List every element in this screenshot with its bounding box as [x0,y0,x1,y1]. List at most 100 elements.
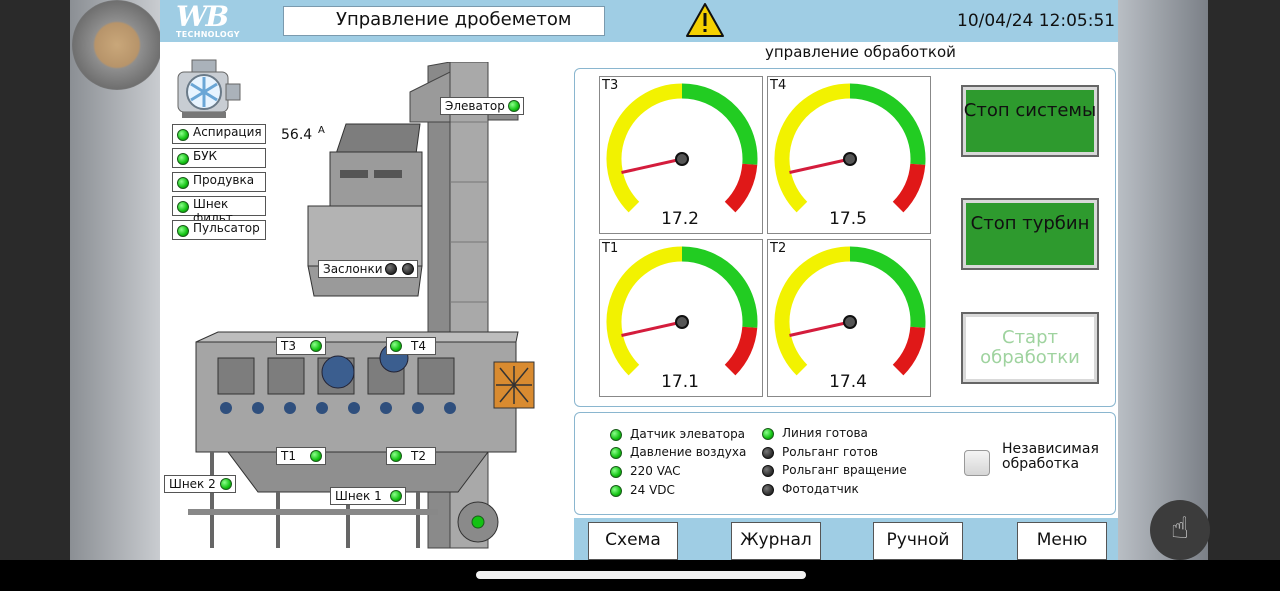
tag-screw2: Шнек 2 [164,475,236,493]
tag-dampers: Заслонки [318,260,418,278]
gauge-zone-red [892,326,926,376]
tag-t1: T1 [276,447,326,465]
gauge-zone-red [724,326,758,376]
stop-turbines-button[interactable]: Стоп турбин [961,198,1099,270]
gauge-hub [675,152,689,166]
datetime-display: 10/04/24 12:05:51 [957,11,1116,31]
independent-processing-checkbox[interactable] [964,450,990,476]
nav-menu-button[interactable]: Меню [1017,522,1107,560]
indicator-conveyor-rotation: Рольганг вращение [762,463,907,479]
tag-label: Заслонки [323,262,383,276]
gauge-value: 17.2 [661,209,699,229]
indicator-label: 220 VAC [630,464,681,478]
nav-manual-button[interactable]: Ручной [873,522,963,560]
gauge-hub [843,152,857,166]
gauge-zone-yellow [606,83,683,213]
indicator-label: Датчик элеватора [630,427,746,441]
damper-led-1 [385,263,397,275]
gauge-hub [843,315,857,329]
indicator-led [610,429,622,441]
gauge-needle [621,320,683,337]
indicator-air-pressure: Давление воздуха [610,445,746,461]
indicator-led [610,447,622,459]
gauge-needle [789,157,851,174]
indicator-line-ready: Линия готова [762,426,868,442]
stop-system-button[interactable]: Стоп системы [961,85,1099,157]
t1-led [310,450,322,462]
gauge-t1: T1 17.1 [599,239,763,397]
gauge-zone-red [724,163,758,213]
warning-triangle-icon[interactable] [685,2,725,38]
gauge-value: 17.1 [661,372,699,392]
indicator-led [762,447,774,459]
indicator-label: Рольганг вращение [782,463,907,477]
page-title: Управление дробеметом [283,6,605,36]
gauge-needle [621,157,683,174]
gauge-needle [789,320,851,337]
tag-label: T1 [281,449,296,463]
tag-screw1: Шнек 1 [330,487,406,505]
right-frame [1118,0,1280,560]
company-logo: WB TECHNOLOGY [176,2,246,40]
nav-journal-button[interactable]: Журнал [731,522,821,560]
indicator-24vdc: 24 VDC [610,483,675,499]
tag-t4: T4 [386,337,436,355]
nav-schema-button[interactable]: Схема [588,522,678,560]
indicator-label: Давление воздуха [630,445,747,459]
indicator-led [762,465,774,477]
indicator-elevator-sensor: Датчик элеватора [610,427,745,443]
indicator-led [762,428,774,440]
independent-processing-label: Независимая обработка [1002,441,1099,472]
gauge-zone-yellow [774,83,851,213]
gauge-t4: T4 17.5 [767,76,931,234]
shot-blast-machine-diagram [188,62,535,549]
indicator-photo-sensor: Фотодатчик [762,482,859,498]
hand-gesture-icon[interactable]: ☝ [1150,500,1210,560]
gauge-value: 17.5 [829,209,867,229]
indicator-label: Фотодатчик [782,482,859,496]
indicator-led [762,484,774,496]
tag-label: Шнек 2 [169,477,216,491]
elevator-led [508,100,520,112]
logo-subtext: TECHNOLOGY [176,30,240,39]
indicator-led [610,466,622,478]
damper-led-2 [402,263,414,275]
gauge-hub [675,315,689,329]
tag-t2: T2 [386,447,436,465]
gauge-t3: T3 17.2 [599,76,763,234]
tag-label: Шнек 1 [335,489,382,503]
screw2-led [220,478,232,490]
home-indicator[interactable] [476,571,806,579]
gauge-zone-red [892,163,926,213]
gauge-label: T1 [602,241,619,256]
gauge-label: T3 [602,78,619,93]
hmi-screen: WB TECHNOLOGY Управление дробеметом 10/0… [160,0,1118,560]
gauge-zone-yellow [774,246,851,376]
gauge-zone-green [849,83,926,165]
indicator-led [610,485,622,497]
indicator-conveyor-ready: Рольганг готов [762,445,878,461]
gauge-panel: T3 17.2 T4 17.5 T1 17.1 T2 17.4 Стоп сис… [574,68,1116,407]
indicator-220vac: 220 VAC [610,464,681,480]
indicator-panel: Датчик элеватора Давление воздуха 220 VA… [574,412,1116,515]
start-processing-button[interactable]: Старт обработки [961,312,1099,384]
assistive-touch-icon[interactable] [72,0,162,90]
t3-led [310,340,322,352]
tag-t3: T3 [276,337,326,355]
indicator-label: 24 VDC [630,483,675,497]
bottom-nav: Схема Журнал Ручной Меню [574,518,1118,560]
gauge-zone-green [681,246,758,328]
gauge-value: 17.4 [829,372,867,392]
gauge-label: T4 [770,78,787,93]
tag-label: T3 [281,339,296,353]
indicator-label: Рольганг готов [782,445,878,459]
logo-mark: WB [176,0,229,33]
tag-elevator: Элеватор [440,97,524,115]
indicator-label: Линия готова [782,426,868,440]
gauge-zone-green [681,83,758,165]
screw1-led [390,490,402,502]
t4-led [390,340,402,352]
gauge-zone-green [849,246,926,328]
t2-led [390,450,402,462]
gauge-zone-yellow [606,246,683,376]
